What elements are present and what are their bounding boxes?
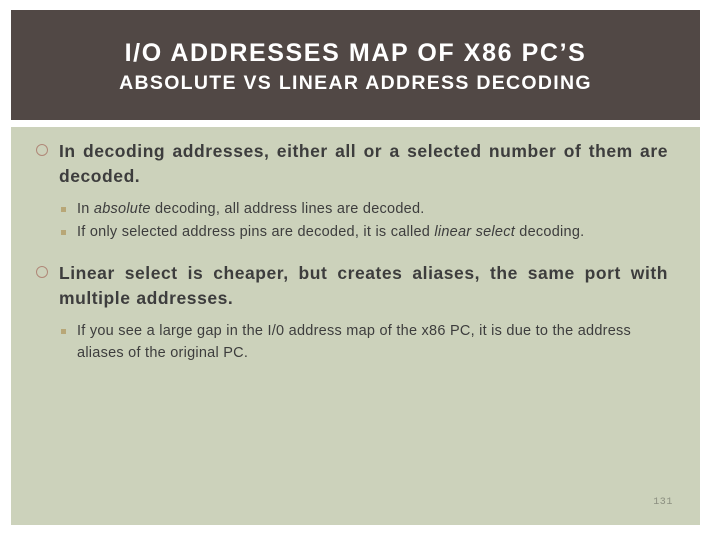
bullet-level1: Linear select is cheaper, but creates al… — [33, 261, 678, 311]
content-block: Linear select is cheaper, but creates al… — [33, 261, 678, 364]
page-title: I/O ADDRESSES MAP OF X86 PC’S — [124, 39, 587, 67]
bullet-level2: If you see a large gap in the I/0 addres… — [33, 321, 678, 365]
slide: I/O ADDRESSES MAP OF X86 PC’S ABSOLUTE V… — [0, 0, 720, 540]
page-number: 131 — [653, 497, 673, 508]
content-block: In decoding addresses, either all or a s… — [33, 139, 678, 244]
bullet-level2: In absolute decoding, all address lines … — [33, 199, 678, 221]
ring-bullet-icon — [36, 266, 48, 279]
bullet-level2-text: In absolute decoding, all address lines … — [77, 200, 425, 217]
square-bullet-icon — [61, 206, 66, 212]
square-bullet-icon — [61, 230, 66, 236]
bullet-level1-text: In decoding addresses, either all or a s… — [59, 141, 668, 186]
bullet-level2-text: If you see a large gap in the I/0 addres… — [77, 322, 632, 361]
ring-bullet-icon — [36, 144, 48, 156]
bullet-level1: In decoding addresses, either all or a s… — [33, 139, 678, 189]
bullet-level2-text: If only selected address pins are decode… — [77, 224, 585, 241]
slide-header: I/O ADDRESSES MAP OF X86 PC’S ABSOLUTE V… — [11, 10, 700, 120]
page-subtitle: ABSOLUTE VS LINEAR ADDRESS DECODING — [119, 72, 592, 94]
square-bullet-icon — [61, 328, 66, 334]
bullet-level2: If only selected address pins are decode… — [33, 222, 678, 244]
slide-content-panel: In decoding addresses, either all or a s… — [11, 127, 700, 525]
bullet-level1-text: Linear select is cheaper, but creates al… — [59, 263, 668, 309]
